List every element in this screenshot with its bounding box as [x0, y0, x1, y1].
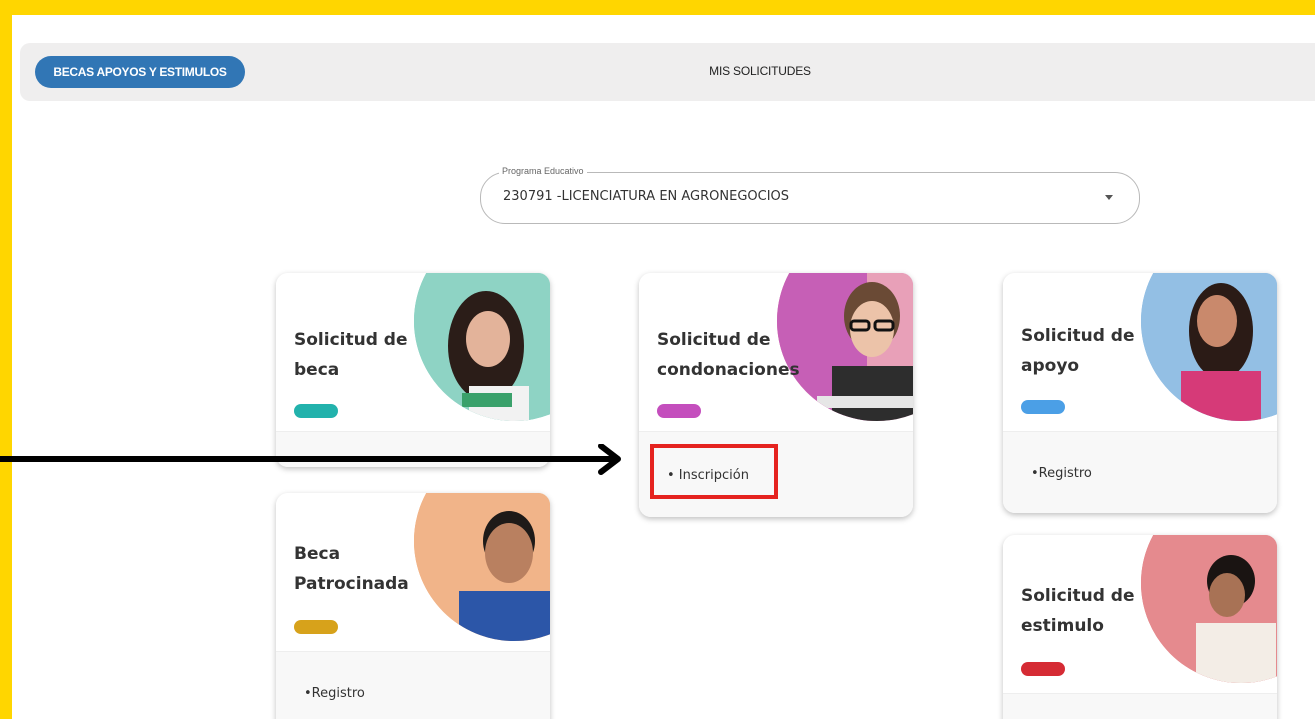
- card-header: Solicitud de condonaciones: [639, 273, 913, 431]
- card-solicitud-estimulo[interactable]: Solicitud de estimulo: [1003, 535, 1277, 719]
- program-select[interactable]: Programa Educativo 230791 -LICENCIATURA …: [480, 166, 1140, 224]
- card-title: Solicitud de estimulo: [1021, 586, 1135, 636]
- caret-down-icon[interactable]: [1105, 195, 1113, 200]
- top-nav-bar: BECAS APOYOS Y ESTIMULOS MIS SOLICITUDES: [20, 43, 1315, 101]
- tab-mis-solicitudes[interactable]: MIS SOLICITUDES: [660, 64, 860, 78]
- arrow-right-icon: [0, 444, 621, 475]
- card-color-pill: [1021, 662, 1065, 676]
- program-select-value: 230791 -LICENCIATURA EN AGRONEGOCIOS: [503, 189, 790, 204]
- program-select-label: Programa Educativo: [499, 166, 587, 176]
- card-color-pill: [294, 620, 338, 634]
- card-footer: [1003, 693, 1277, 719]
- card-footer: •Registro: [1003, 431, 1277, 513]
- card-beca-patrocinada[interactable]: Beca Patrocinada •Registro: [276, 493, 550, 719]
- card-title: Solicitud de apoyo: [1021, 326, 1135, 376]
- card-header: Solicitud de estimulo: [1003, 535, 1277, 693]
- card-header: Solicitud de beca: [276, 273, 550, 431]
- tab-becas-apoyos-estimulos[interactable]: BECAS APOYOS Y ESTIMULOS: [35, 56, 245, 88]
- app-page: BECAS APOYOS Y ESTIMULOS MIS SOLICITUDES…: [12, 15, 1315, 719]
- link-registro[interactable]: •Registro: [1031, 466, 1092, 481]
- card-title: Beca Patrocinada: [294, 544, 409, 594]
- card-solicitud-beca[interactable]: Solicitud de beca: [276, 273, 550, 467]
- card-color-pill: [294, 404, 338, 418]
- link-registro[interactable]: •Registro: [304, 686, 365, 701]
- card-color-pill: [657, 404, 701, 418]
- highlight-box: [650, 444, 778, 499]
- card-header: Solicitud de apoyo: [1003, 273, 1277, 431]
- card-title: Solicitud de beca: [294, 330, 408, 380]
- card-solicitud-apoyo[interactable]: Solicitud de apoyo •Registro: [1003, 273, 1277, 513]
- card-color-pill: [1021, 400, 1065, 414]
- card-header: Beca Patrocinada: [276, 493, 550, 651]
- card-title: Solicitud de condonaciones: [657, 330, 800, 380]
- card-footer: •Registro: [276, 651, 550, 719]
